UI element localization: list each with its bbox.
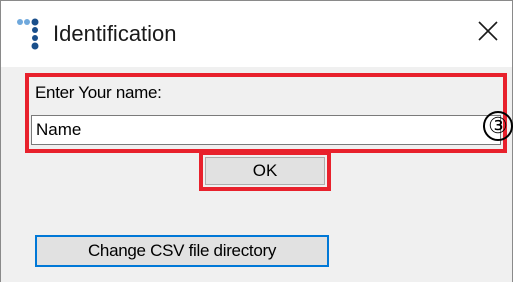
app-dots-icon xyxy=(15,17,43,51)
change-csv-directory-button[interactable]: Change CSV file directory xyxy=(35,235,329,267)
title-bar: Identification xyxy=(1,1,512,67)
ok-button[interactable]: OK xyxy=(205,157,325,185)
name-field-highlight: Enter Your name: ③ xyxy=(25,73,513,153)
close-button[interactable] xyxy=(464,7,512,55)
name-label: Enter Your name: xyxy=(35,83,162,102)
close-icon xyxy=(478,21,498,41)
window-title: Identification xyxy=(53,21,177,46)
ok-button-highlight: OK xyxy=(199,151,331,191)
name-input[interactable] xyxy=(31,115,501,145)
identification-dialog: Identification Enter Your name: ③ OK Cha… xyxy=(0,0,513,282)
callout-number: ③ xyxy=(483,111,513,141)
dialog-content: Enter Your name: ③ OK Change CSV file di… xyxy=(1,67,513,282)
